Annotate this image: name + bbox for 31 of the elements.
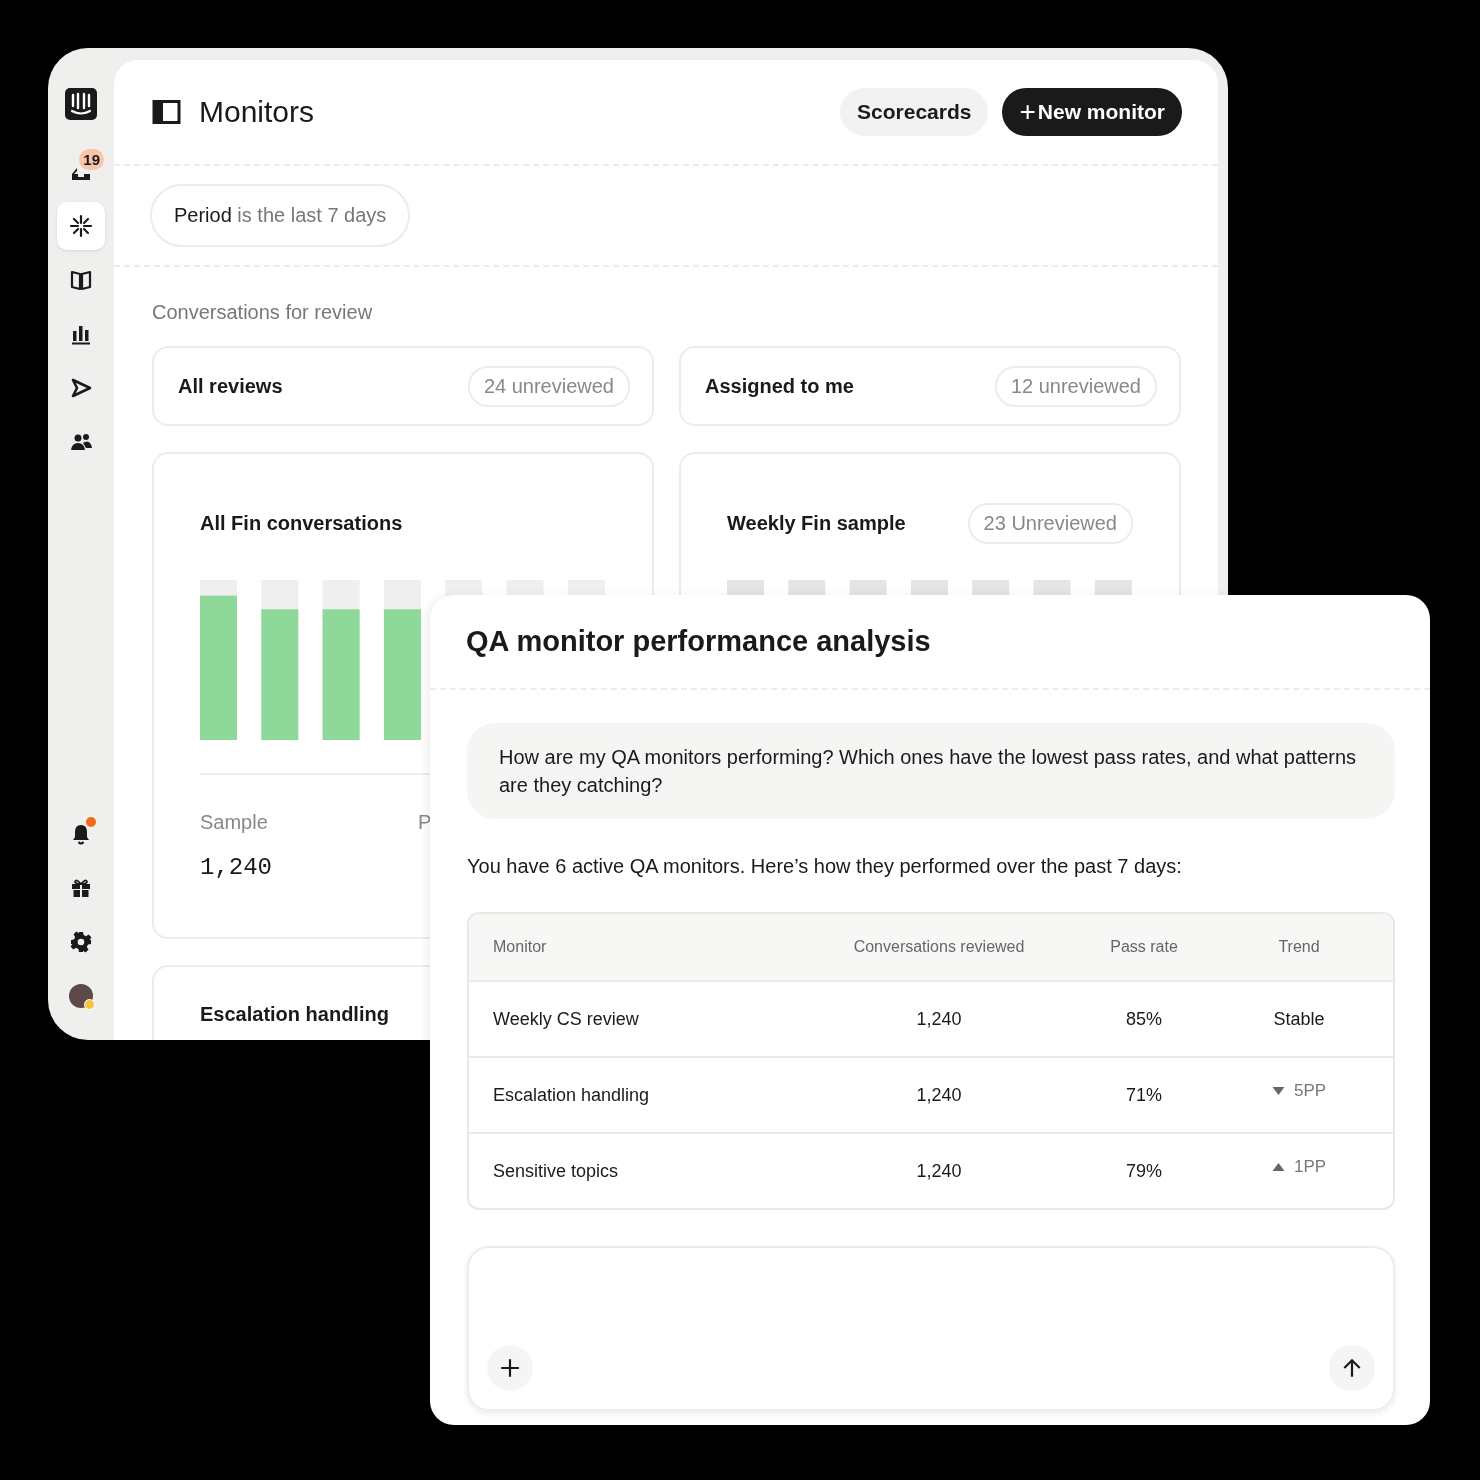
- column-header: Monitor: [493, 938, 548, 956]
- stat-label: P: [418, 811, 432, 834]
- table-cell-text: 71%: [1125, 1084, 1163, 1106]
- section-label: Conversations for review: [152, 301, 374, 324]
- count-badge: 19: [79, 149, 104, 170]
- stat-value: 1,240: [200, 854, 272, 881]
- column-header: Conversations reviewed: [852, 938, 1026, 956]
- column-header: Pass rate: [1109, 938, 1179, 956]
- trend-value: 1PP: [1293, 1157, 1327, 1177]
- table-cell-text: Sensitive topics: [493, 1160, 620, 1182]
- unreviewed-count: 23 Unreviewed: [967, 502, 1133, 544]
- table-cell-text: 1,240: [915, 1160, 963, 1182]
- card-title: All reviews: [178, 374, 283, 398]
- column-header: Trend: [1277, 938, 1321, 956]
- table-cell-text: 85%: [1125, 1008, 1163, 1030]
- table-cell-text: Escalation handling: [493, 1084, 651, 1106]
- trend-value: Stable: [1273, 1008, 1325, 1030]
- card-title: Weekly Fin sample: [727, 511, 906, 535]
- table-cell-text: 1,240: [915, 1008, 963, 1030]
- table-cell-text: 1,240: [915, 1084, 963, 1106]
- table-cell-text: Weekly CS review: [493, 1008, 640, 1030]
- card-title: All Fin conversations: [200, 511, 403, 535]
- trend-value: 5PP: [1293, 1081, 1327, 1101]
- unreviewed-count: 24 unreviewed: [467, 365, 630, 407]
- stat-label: Sample: [200, 811, 269, 834]
- page-title: Monitors: [199, 95, 315, 129]
- card-title: Escalation handling: [200, 1002, 389, 1026]
- table-cell-text: 79%: [1125, 1160, 1163, 1182]
- question-bubble: How are my QA monitors performing? Which ones have the lowest pass rates, and what patterns are they catching?: [467, 723, 1395, 819]
- card-title: Assigned to me: [705, 374, 854, 398]
- unreviewed-count: 12 unreviewed: [994, 365, 1157, 407]
